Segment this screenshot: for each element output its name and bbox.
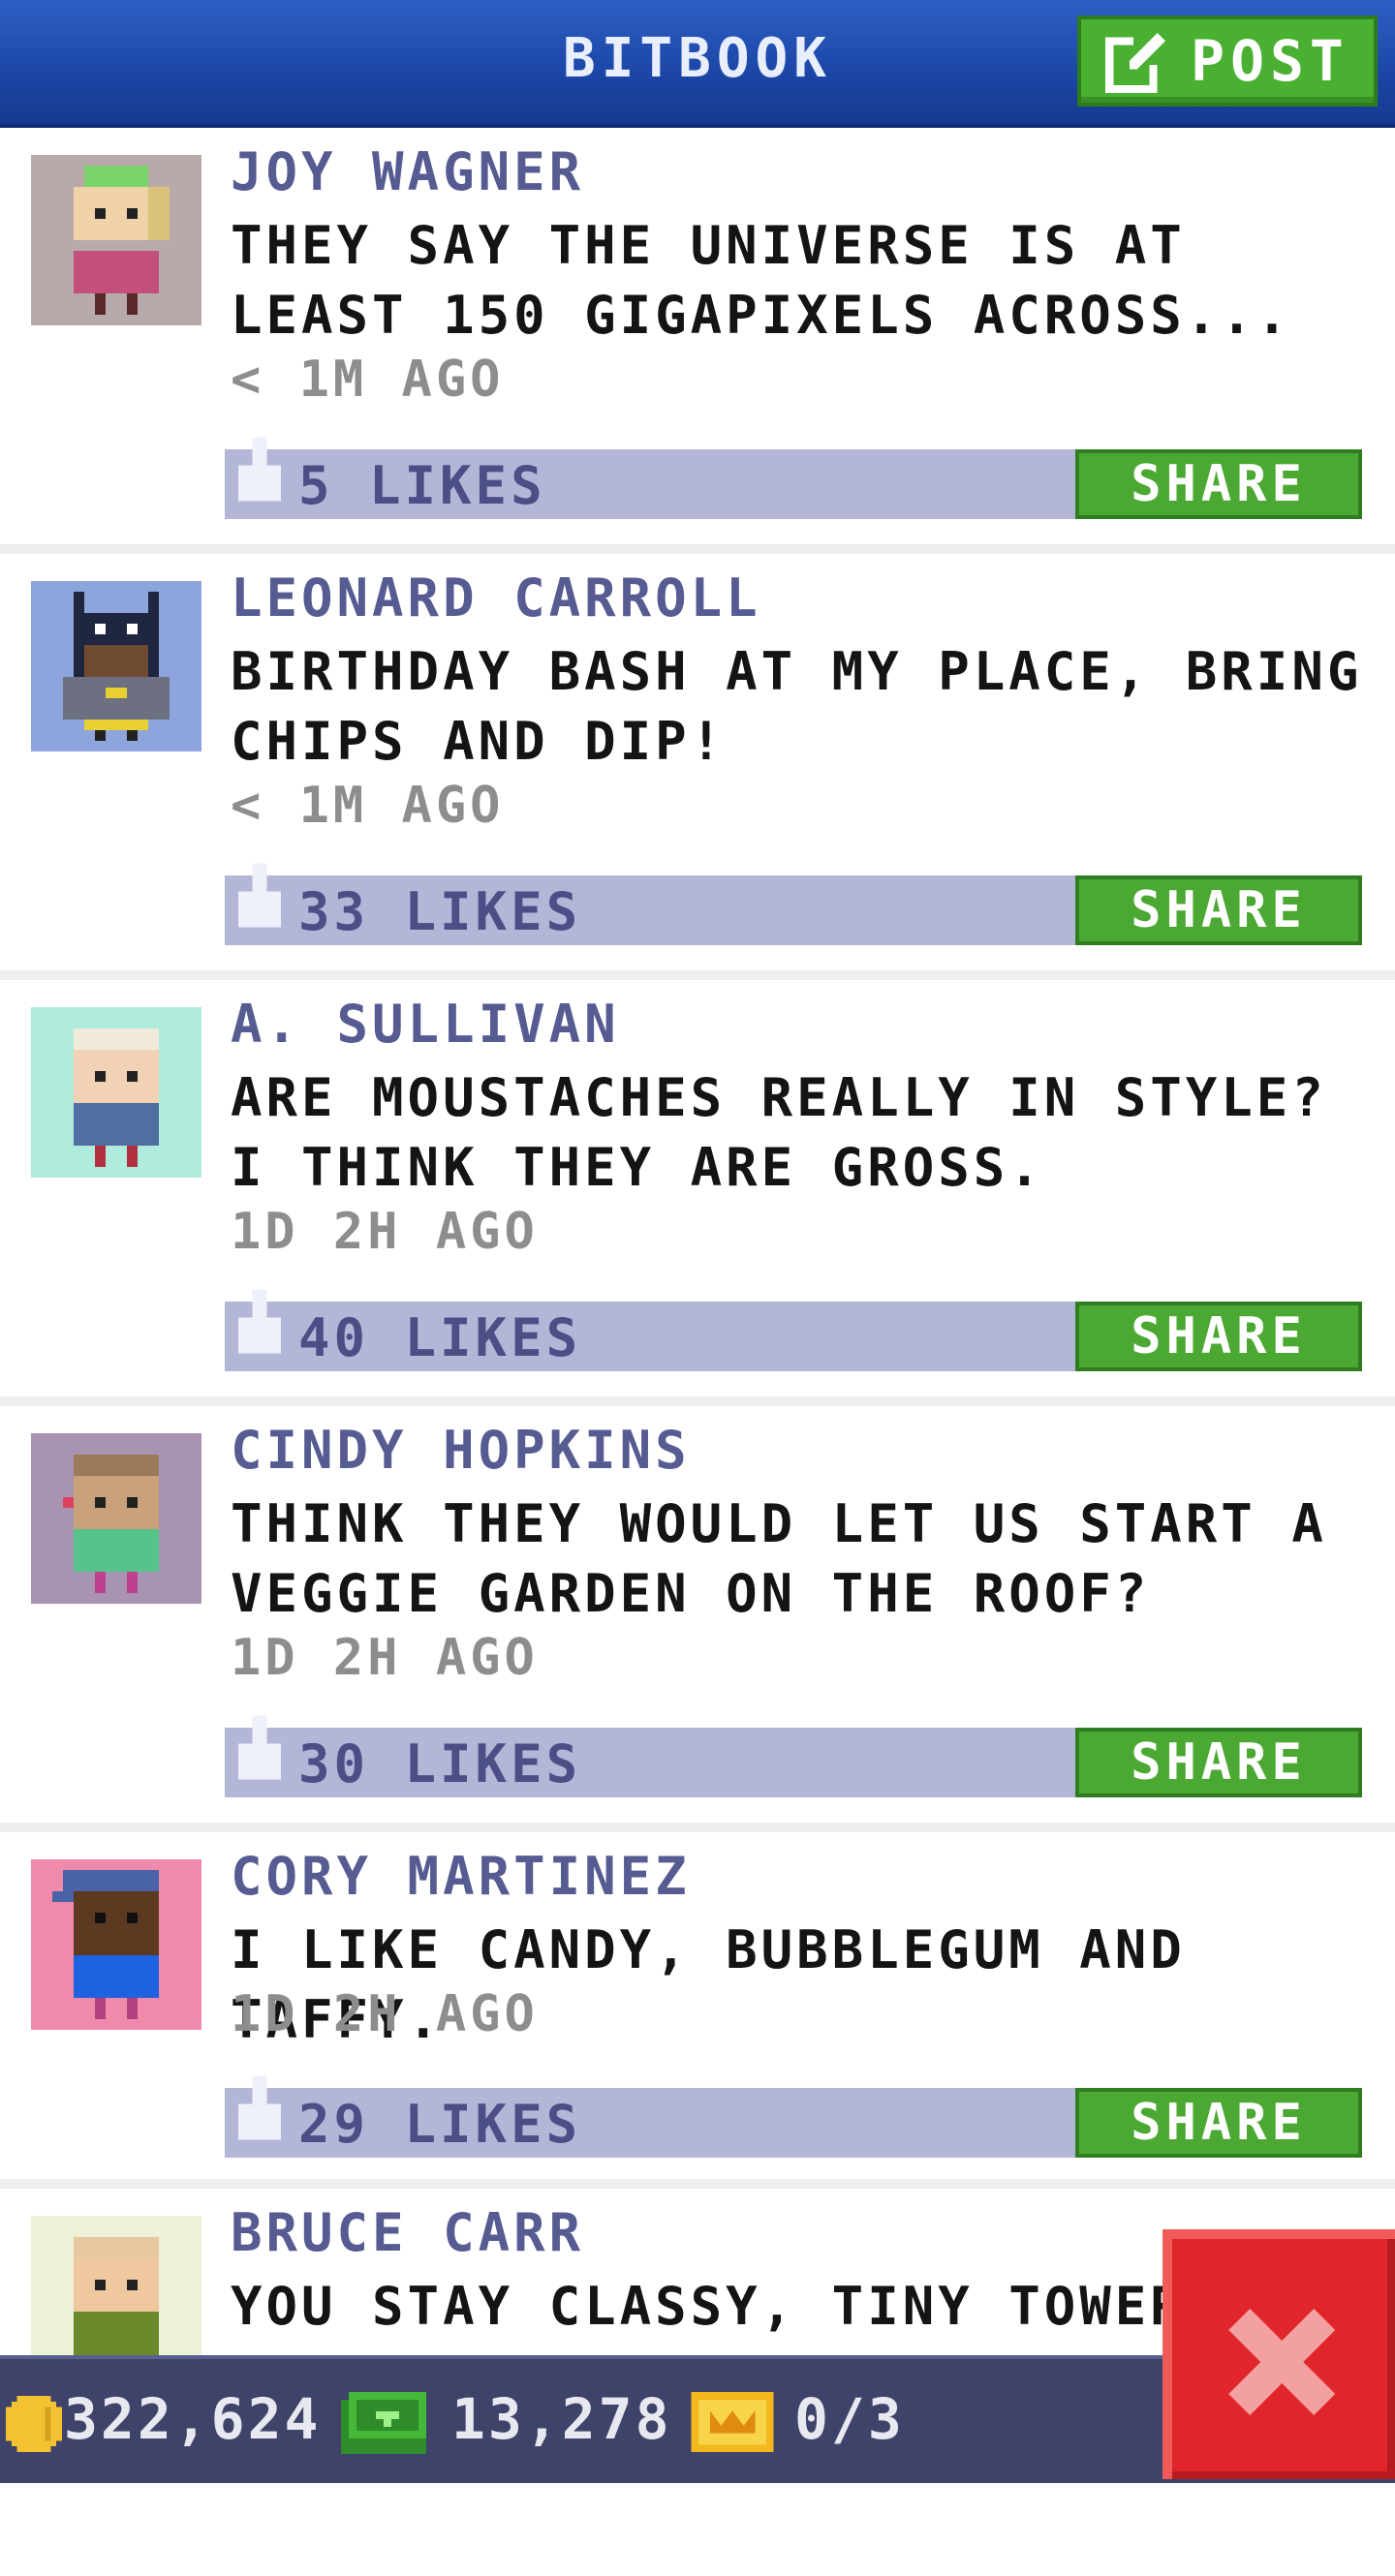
post-message: THINK THEY WOULD LET US START A VEGGIE G… xyxy=(231,1493,1327,1624)
edit-icon xyxy=(1105,33,1166,93)
post-time: < 1M AGO xyxy=(231,777,505,835)
thumbs-up-icon xyxy=(238,863,281,928)
post-message: BIRTHDAY BASH AT MY PLACE, BRING CHIPS A… xyxy=(231,641,1363,772)
share-button[interactable]: SHARE xyxy=(1075,449,1362,519)
author-name: LEONARD CARROLL xyxy=(231,567,761,629)
like-count: 30 LIKES xyxy=(298,1733,582,1794)
like-bar[interactable]: 33 LIKES SHARE xyxy=(225,863,1362,945)
author-name: A. SULLIVAN xyxy=(231,994,620,1055)
post-item: JOY WAGNER THEY SAY THE UNIVERSE IS AT L… xyxy=(0,128,1395,554)
close-button[interactable] xyxy=(1162,2229,1395,2479)
cash-icon xyxy=(341,2392,426,2454)
ticket-icon xyxy=(691,2392,774,2452)
post-message: ARE MOUSTACHES REALLY IN STYLE? I THINK … xyxy=(231,1067,1327,1198)
share-button[interactable]: SHARE xyxy=(1075,875,1362,945)
avatar[interactable] xyxy=(31,1007,202,1178)
share-button[interactable]: SHARE xyxy=(1075,2088,1362,2158)
post-time: 1D 2H AGO xyxy=(231,1629,539,1687)
avatar[interactable] xyxy=(31,1433,202,1604)
post-time: 1D 2H AGO xyxy=(231,1203,539,1261)
ticket-count: 0/3 xyxy=(794,2386,905,2452)
post-feed[interactable]: JOY WAGNER THEY SAY THE UNIVERSE IS AT L… xyxy=(0,128,1395,2576)
author-name: CINDY HOPKINS xyxy=(231,1420,691,1481)
like-count: 5 LIKES xyxy=(298,455,546,516)
top-bar: BITBOOK POST xyxy=(0,0,1395,128)
like-bar[interactable]: 5 LIKES SHARE xyxy=(225,437,1362,519)
like-bar[interactable]: 29 LIKES SHARE xyxy=(225,2075,1362,2158)
post-item: A. SULLIVAN ARE MOUSTACHES REALLY IN STY… xyxy=(0,980,1395,1406)
post-item: CORY MARTINEZ I LIKE CANDY, BUBBLEGUM AN… xyxy=(0,1832,1395,2189)
like-bar[interactable]: 40 LIKES SHARE xyxy=(225,1289,1362,1371)
thumbs-up-icon xyxy=(238,2075,281,2140)
share-button[interactable]: SHARE xyxy=(1075,1728,1362,1797)
post-message: THEY SAY THE UNIVERSE IS AT LEAST 150 GI… xyxy=(231,215,1292,346)
avatar[interactable] xyxy=(31,155,202,325)
post-button-label: POST xyxy=(1191,28,1349,94)
post-time: < 1M AGO xyxy=(231,351,505,409)
thumbs-up-icon xyxy=(238,1289,281,1354)
like-count: 29 LIKES xyxy=(298,2094,582,2155)
coin-count: 322,624 xyxy=(64,2386,322,2452)
post-time: 1D 2H AGO xyxy=(231,1985,539,2043)
bux-count: 13,278 xyxy=(451,2386,672,2452)
close-icon xyxy=(1228,2309,1335,2415)
avatar[interactable] xyxy=(31,581,202,751)
post-item: CINDY HOPKINS THINK THEY WOULD LET US ST… xyxy=(0,1406,1395,1832)
like-count: 33 LIKES xyxy=(298,881,582,942)
post-button[interactable]: POST xyxy=(1077,15,1378,107)
avatar[interactable] xyxy=(31,1859,202,2030)
author-name: JOY WAGNER xyxy=(231,141,585,202)
like-bar[interactable]: 30 LIKES SHARE xyxy=(225,1715,1362,1797)
thumbs-up-icon xyxy=(238,437,281,502)
author-name: BRUCE CARR xyxy=(231,2202,585,2263)
author-name: CORY MARTINEZ xyxy=(231,1846,691,1907)
like-count: 40 LIKES xyxy=(298,1307,582,1368)
coin-icon xyxy=(6,2396,62,2452)
share-button[interactable]: SHARE xyxy=(1075,1302,1362,1371)
post-item: LEONARD CARROLL BIRTHDAY BASH AT MY PLAC… xyxy=(0,554,1395,980)
thumbs-up-icon xyxy=(238,1715,281,1780)
